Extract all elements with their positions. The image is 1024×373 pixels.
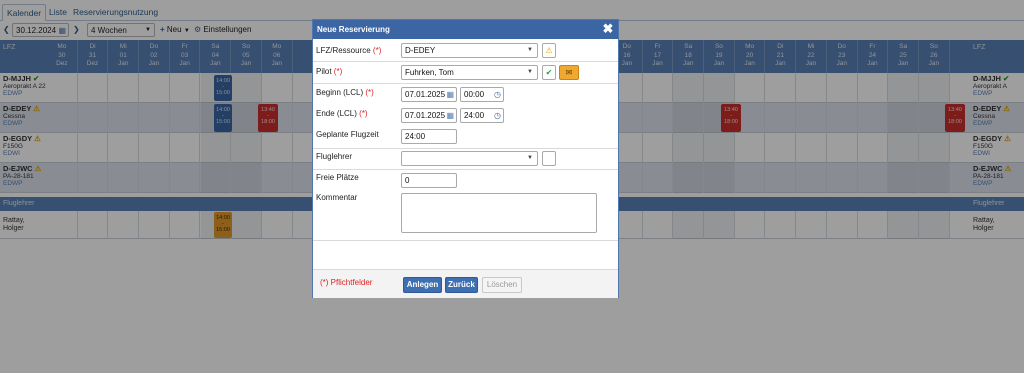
delete-button[interactable]: Löschen xyxy=(482,277,522,293)
instructor-action-button[interactable] xyxy=(542,151,556,166)
required-marker: (*) xyxy=(365,88,374,97)
begin-time-input[interactable]: 00:00 ◷ xyxy=(460,87,504,102)
pilot-value: Fuhrken, Tom xyxy=(405,68,454,77)
end-label: Ende (LCL) xyxy=(316,109,357,118)
lfz-row: LFZ/Ressource (*) D-EDEY ▼ ⚠ xyxy=(313,40,618,62)
begin-label: Beginn (LCL) xyxy=(316,88,364,97)
pilot-select[interactable]: Fuhrken, Tom ▼ xyxy=(401,65,538,80)
begin-row: Beginn (LCL) (*) 07.01.2025 ▦ 00:00 ◷ xyxy=(313,84,618,105)
instructor-select[interactable]: ▼ xyxy=(401,151,538,166)
seats-input[interactable]: 0 xyxy=(401,173,457,188)
begin-date-input[interactable]: 07.01.2025 ▦ xyxy=(401,87,457,102)
chevron-down-icon: ▼ xyxy=(527,155,533,161)
instructor-label: Fluglehrer xyxy=(316,152,353,161)
create-button[interactable]: Anlegen xyxy=(403,277,442,293)
lfz-select[interactable]: D-EDEY ▼ xyxy=(401,43,538,58)
begin-time: 00:00 xyxy=(464,90,485,99)
clock-icon: ◷ xyxy=(494,111,501,120)
end-date-input[interactable]: 07.01.2025 ▦ xyxy=(401,108,457,123)
clock-icon: ◷ xyxy=(494,90,501,99)
duration-row: Geplante Flugzeit 24:00 xyxy=(313,127,618,149)
lfz-label: LFZ/Ressource xyxy=(316,46,371,55)
instructor-row: Fluglehrer ▼ xyxy=(313,149,618,170)
back-button[interactable]: Zurück xyxy=(445,277,478,293)
required-marker: (*) xyxy=(372,46,382,55)
warning-icon[interactable]: ⚠ xyxy=(542,43,556,58)
new-reservation-dialog: Neue Reservierung ✖ LFZ/Ressource (*) D-… xyxy=(312,19,619,298)
chevron-down-icon: ▼ xyxy=(527,47,533,53)
envelope-icon[interactable]: ✉ xyxy=(559,65,579,80)
comment-label: Kommentar xyxy=(316,193,358,202)
chevron-down-icon: ▼ xyxy=(527,69,533,75)
required-note: (*) Pflichtfelder xyxy=(320,278,373,287)
comment-row: Kommentar xyxy=(313,190,618,241)
end-time: 24:00 xyxy=(464,111,485,120)
duration-label: Geplante Flugzeit xyxy=(316,130,379,139)
lfz-value: D-EDEY xyxy=(405,46,436,55)
seats-row: Freie Plätze 0 xyxy=(313,170,618,190)
begin-date: 07.01.2025 xyxy=(405,90,446,99)
calendar-icon: ▦ xyxy=(446,90,454,99)
required-marker: (*) xyxy=(333,67,343,76)
pilot-label: Pilot xyxy=(316,67,332,76)
dialog-footer: (*) Pflichtfelder Anlegen Zurück Löschen xyxy=(313,269,618,298)
duration-input[interactable]: 24:00 xyxy=(401,129,457,144)
seats-label: Freie Plätze xyxy=(316,173,359,182)
seats-value: 0 xyxy=(405,176,410,185)
calendar-icon: ▦ xyxy=(446,111,454,120)
end-time-input[interactable]: 24:00 ◷ xyxy=(460,108,504,123)
dialog-title: Neue Reservierung xyxy=(313,20,618,39)
checkmark-icon[interactable]: ✔ xyxy=(542,65,556,80)
comment-textarea[interactable] xyxy=(401,193,597,233)
close-icon[interactable]: ✖ xyxy=(600,21,616,37)
duration-value: 24:00 xyxy=(405,132,426,141)
pilot-row: Pilot (*) Fuhrken, Tom ▼ ✔ ✉ xyxy=(313,62,618,84)
end-date: 07.01.2025 xyxy=(405,111,446,120)
required-marker: (*) xyxy=(359,109,368,118)
end-row: Ende (LCL) (*) 07.01.2025 ▦ 24:00 ◷ xyxy=(313,105,618,127)
